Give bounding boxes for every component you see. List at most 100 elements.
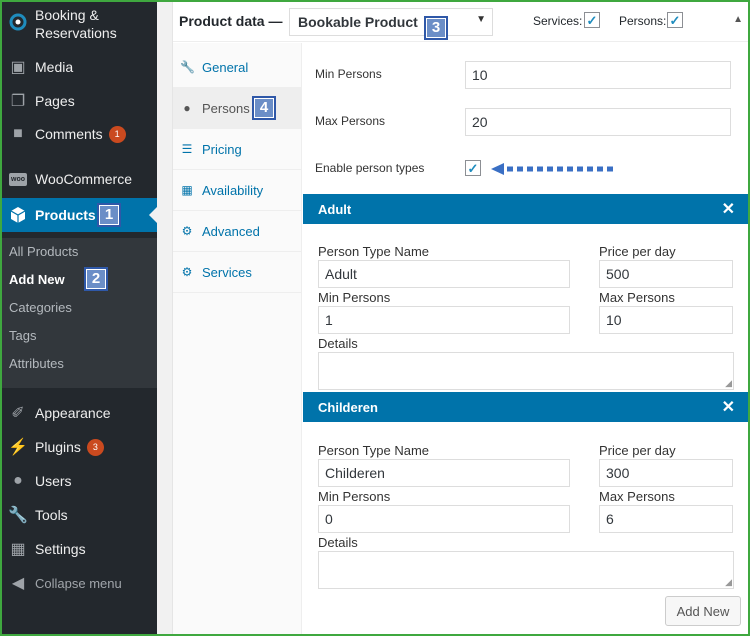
product-type-value: Bookable Product bbox=[298, 14, 418, 30]
callout-marker-4: 4 bbox=[252, 96, 276, 120]
tab-label: General bbox=[202, 59, 249, 75]
tab-persons[interactable]: ● Persons bbox=[173, 88, 302, 129]
max-persons-input[interactable]: 10 bbox=[599, 306, 733, 334]
products-icon bbox=[8, 205, 28, 225]
comments-icon: ■ bbox=[13, 125, 23, 142]
menu-label: WooCommerce bbox=[35, 171, 132, 187]
chevron-down-icon: ▼ bbox=[476, 14, 486, 25]
menu-users[interactable]: ● Users bbox=[2, 468, 157, 494]
pages-icon: ❐ bbox=[10, 93, 26, 110]
collapse-icon: ◀ bbox=[11, 575, 25, 592]
menu-appearance[interactable]: ✐ Appearance bbox=[2, 400, 157, 426]
tab-general[interactable]: 🔧 General bbox=[173, 47, 302, 88]
person-type-name-label: Person Type Name bbox=[318, 244, 430, 259]
product-type-select[interactable]: Bookable Product ▼ bbox=[289, 8, 493, 36]
tab-pricing[interactable]: ☰ Pricing bbox=[173, 129, 302, 170]
min-persons-input[interactable]: 1 bbox=[318, 306, 570, 334]
details-textarea[interactable]: ◢ bbox=[318, 352, 734, 390]
submenu-categories[interactable]: Categories bbox=[9, 300, 72, 315]
menu-pages[interactable]: ❐ Pages bbox=[2, 88, 157, 114]
menu-collapse[interactable]: ◀ Collapse menu bbox=[2, 570, 157, 596]
add-new-button[interactable]: Add New bbox=[665, 596, 741, 626]
menu-label: Booking & bbox=[35, 7, 99, 23]
close-icon[interactable]: ✕ bbox=[722, 199, 735, 219]
persons-label: Persons: bbox=[619, 14, 667, 28]
enable-person-types-label: Enable person types bbox=[315, 161, 425, 175]
menu-label: Comments bbox=[35, 126, 103, 142]
services-checkbox[interactable]: ✓ bbox=[584, 12, 600, 28]
products-submenu: All Products Add New Categories Tags Att… bbox=[2, 238, 157, 388]
calendar-icon: ▦ bbox=[181, 183, 193, 197]
services-label: Services: bbox=[533, 14, 583, 28]
menu-label: Settings bbox=[35, 541, 86, 557]
menu-label: Products bbox=[35, 207, 96, 223]
checkmark-icon: ✓ bbox=[467, 160, 479, 176]
details-label: Details bbox=[318, 535, 358, 550]
enable-person-types-checkbox[interactable]: ✓ bbox=[465, 160, 481, 176]
close-icon[interactable]: ✕ bbox=[722, 397, 735, 417]
gear-icon: ⚙ bbox=[181, 224, 193, 238]
menu-label: Plugins bbox=[35, 439, 81, 455]
tab-availability[interactable]: ▦ Availability bbox=[173, 170, 302, 211]
collapse-toggle-icon[interactable]: ▲ bbox=[733, 14, 743, 25]
max-persons-label: Max Persons bbox=[315, 114, 386, 128]
resize-grip-icon[interactable]: ◢ bbox=[725, 577, 732, 588]
person-type-name-input[interactable]: Childeren bbox=[318, 459, 570, 487]
menu-label: Users bbox=[35, 473, 72, 489]
max-persons-input[interactable]: 6 bbox=[599, 505, 733, 533]
details-label: Details bbox=[318, 336, 358, 351]
submenu-all-products[interactable]: All Products bbox=[9, 244, 78, 259]
menu-label: Appearance bbox=[35, 405, 111, 421]
menu-label: Pages bbox=[35, 93, 75, 109]
woocommerce-icon: woo bbox=[8, 169, 28, 189]
product-data-tabs: 🔧 General ● Persons ☰ Pricing ▦ Availabi… bbox=[173, 43, 302, 634]
pricing-icon: ☰ bbox=[181, 142, 193, 156]
menu-plugins[interactable]: ⚡ Plugins 3 bbox=[2, 434, 157, 460]
tab-advanced[interactable]: ⚙ Advanced bbox=[173, 211, 302, 252]
users-icon: ● bbox=[13, 472, 23, 489]
product-data-header: Product data — Bookable Product ▼ Servic… bbox=[173, 2, 749, 42]
menu-comments[interactable]: ■ Comments 1 bbox=[2, 121, 157, 147]
main-area: Product data — Bookable Product ▼ Servic… bbox=[157, 2, 749, 634]
resize-grip-icon[interactable]: ◢ bbox=[725, 378, 732, 389]
persons-checkbox[interactable]: ✓ bbox=[667, 12, 683, 28]
callout-marker-3: 3 bbox=[424, 16, 448, 40]
tab-label: Advanced bbox=[202, 223, 260, 239]
gear-icon: ⚙ bbox=[181, 265, 193, 279]
person-type-title: Childeren bbox=[318, 400, 378, 415]
menu-products[interactable]: Products bbox=[2, 198, 157, 232]
details-textarea[interactable]: ◢ bbox=[318, 551, 734, 589]
callout-marker-1: 1 bbox=[97, 203, 121, 227]
person-type-name-input[interactable]: Adult bbox=[318, 260, 570, 288]
menu-woocommerce[interactable]: woo WooCommerce bbox=[2, 166, 157, 192]
submenu-add-new[interactable]: Add New bbox=[9, 272, 65, 287]
menu-label: Collapse menu bbox=[35, 575, 122, 591]
person-type-header[interactable]: Childeren ✕ bbox=[303, 392, 749, 422]
price-per-day-label: Price per day bbox=[599, 244, 676, 259]
min-persons-label: Min Persons bbox=[318, 290, 391, 305]
submenu-attributes[interactable]: Attributes bbox=[9, 356, 64, 371]
menu-settings[interactable]: ▦ Settings bbox=[2, 536, 157, 562]
tab-services[interactable]: ⚙ Services bbox=[173, 252, 302, 293]
max-persons-input[interactable]: 20 bbox=[465, 108, 731, 136]
menu-label: Tools bbox=[35, 507, 68, 523]
person-type-title: Adult bbox=[318, 202, 352, 217]
wrench-icon: 🔧 bbox=[180, 60, 195, 74]
tab-label: Pricing bbox=[202, 141, 242, 157]
menu-tools[interactable]: 🔧 Tools bbox=[2, 502, 157, 528]
comments-badge: 1 bbox=[108, 125, 126, 143]
menu-booking[interactable]: Booking & Reservations bbox=[2, 4, 157, 44]
appearance-icon: ✐ bbox=[11, 405, 25, 422]
person-type-header[interactable]: Adult ✕ bbox=[303, 194, 749, 224]
menu-media[interactable]: ▣ Media bbox=[2, 54, 157, 80]
min-persons-input[interactable]: 0 bbox=[318, 505, 570, 533]
checkmark-icon: ✓ bbox=[586, 12, 598, 28]
menu-label: Reservations bbox=[35, 25, 117, 41]
price-per-day-input[interactable]: 300 bbox=[599, 459, 733, 487]
price-per-day-input[interactable]: 500 bbox=[599, 260, 733, 288]
min-persons-input[interactable]: 10 bbox=[465, 61, 731, 89]
submenu-tags[interactable]: Tags bbox=[9, 328, 36, 343]
min-persons-label: Min Persons bbox=[315, 67, 382, 81]
product-data-label: Product data — bbox=[179, 13, 283, 29]
person-type-name-label: Person Type Name bbox=[318, 443, 430, 458]
